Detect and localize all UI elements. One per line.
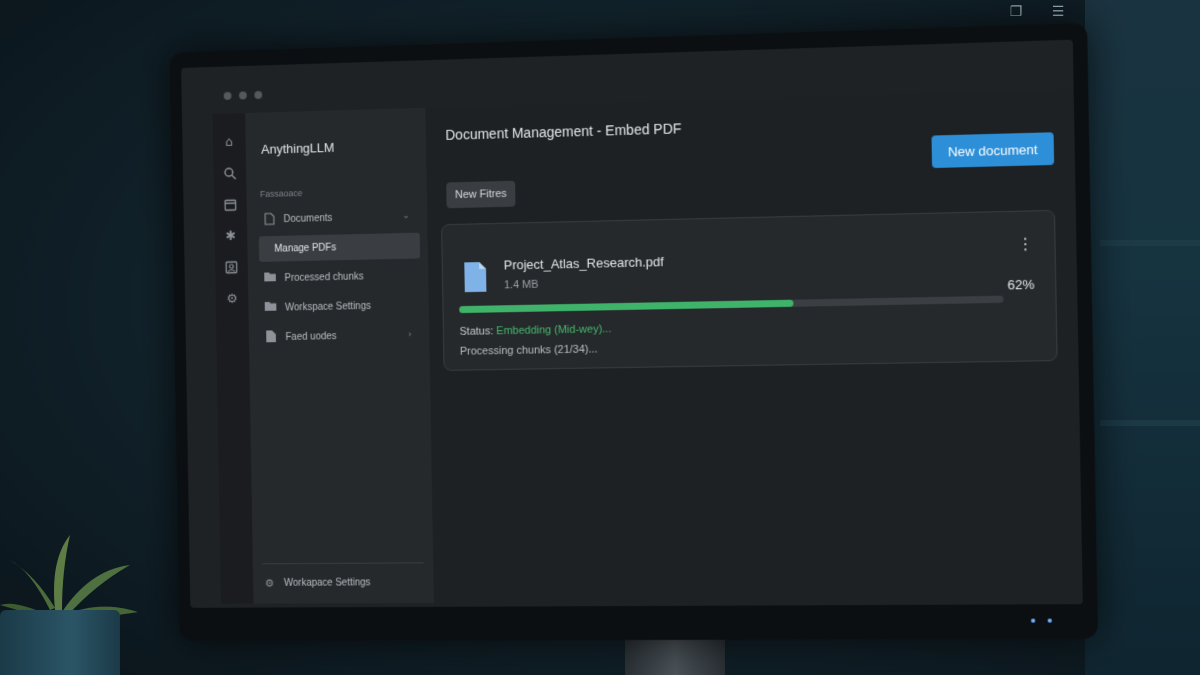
gear-icon: ⚙ bbox=[264, 577, 275, 590]
new-document-button[interactable]: New document bbox=[931, 132, 1055, 169]
progress-track bbox=[459, 295, 1004, 314]
sidebar-item-label: Processed chunks bbox=[284, 270, 364, 284]
app-brand: AnythingLLM bbox=[261, 140, 335, 157]
sidebar-item-manage-pdfs[interactable]: Manage PDFs bbox=[258, 232, 421, 262]
power-led bbox=[1031, 618, 1036, 623]
file-size: 1.4 MB bbox=[503, 278, 539, 292]
shelf bbox=[1100, 420, 1200, 426]
processing-text: Processing chunks (21/34)... bbox=[459, 343, 598, 358]
file-icon bbox=[262, 212, 276, 226]
status-value: Embedding (Mid-wey)... bbox=[496, 323, 612, 338]
sidebar-bottom-label: Workapace Settings bbox=[283, 577, 371, 589]
page-title: Document Management - Embed PDF bbox=[445, 120, 682, 143]
gear-icon[interactable]: ⚙ bbox=[224, 292, 240, 308]
power-led bbox=[1047, 618, 1052, 623]
file-name: Project_Atlas_Research.pdf bbox=[503, 254, 664, 273]
sidebar-divider bbox=[262, 562, 424, 565]
monitor: ⌂ ✱ ⚙ AnythingLLM Fassaoace Documents ⌄ … bbox=[169, 22, 1099, 642]
list-icon[interactable]: ☰ bbox=[1050, 4, 1066, 20]
app-window: ⌂ ✱ ⚙ AnythingLLM Fassaoace Documents ⌄ … bbox=[181, 39, 1083, 608]
sidebar-item-label: Documents bbox=[283, 212, 333, 225]
sidebar-item-label: Manage PDFs bbox=[274, 241, 337, 255]
copy-icon[interactable]: ❐ bbox=[1008, 4, 1024, 20]
window-dot[interactable] bbox=[254, 90, 263, 100]
sidebar-workspace-settings-link[interactable]: ⚙ Workapace Settings bbox=[263, 576, 371, 590]
sidebar-item-processed-chunks[interactable]: Processed chunks bbox=[255, 262, 420, 291]
sidebar-item-label: Workspace Settings bbox=[284, 300, 372, 313]
chevron-down-icon[interactable]: ⌄ bbox=[402, 211, 410, 221]
shelf bbox=[1100, 240, 1200, 246]
home-icon[interactable]: ⌂ bbox=[222, 135, 238, 151]
sidebar-item-workspace-settings[interactable]: Workspace Settings bbox=[256, 292, 421, 321]
main-panel: Document Management - Embed PDF New docu… bbox=[425, 88, 1083, 607]
sidebar-item-faed-uodes[interactable]: Faed uodes › bbox=[256, 322, 421, 351]
calendar-icon[interactable] bbox=[223, 198, 239, 214]
folder-icon bbox=[264, 301, 278, 315]
sidebar-item-label: Faed uodes bbox=[285, 330, 337, 343]
room-backdrop bbox=[1085, 0, 1200, 675]
window-dot[interactable] bbox=[223, 91, 232, 100]
workspace-label: Fassaoace bbox=[259, 188, 303, 200]
folder-icon bbox=[263, 271, 277, 285]
more-options-icon[interactable]: ⋮ bbox=[1017, 234, 1034, 254]
plant-pot bbox=[0, 610, 120, 675]
window-dot[interactable] bbox=[239, 91, 247, 100]
chevron-right-icon[interactable]: › bbox=[408, 330, 412, 340]
status-line: Status: Embedding (Mid-wey)... bbox=[459, 323, 611, 338]
progress-percent: 62% bbox=[1007, 276, 1035, 293]
bug-icon[interactable]: ✱ bbox=[223, 229, 239, 245]
progress-fill bbox=[459, 299, 794, 314]
document-card: Project_Atlas_Research.pdf 1.4 MB ⋮ 62% … bbox=[441, 209, 1058, 371]
file-icon bbox=[264, 330, 278, 344]
search-icon[interactable] bbox=[222, 166, 238, 182]
status-prefix: Status: bbox=[459, 325, 494, 338]
contacts-icon[interactable] bbox=[224, 260, 240, 276]
sidebar: AnythingLLM Fassaoace Documents ⌄ Manage… bbox=[245, 107, 434, 604]
sidebar-item-documents[interactable]: Documents ⌄ bbox=[254, 203, 419, 233]
pdf-file-icon bbox=[464, 261, 487, 293]
new-files-button[interactable]: New Fitres bbox=[446, 180, 516, 209]
window-controls bbox=[223, 90, 263, 100]
